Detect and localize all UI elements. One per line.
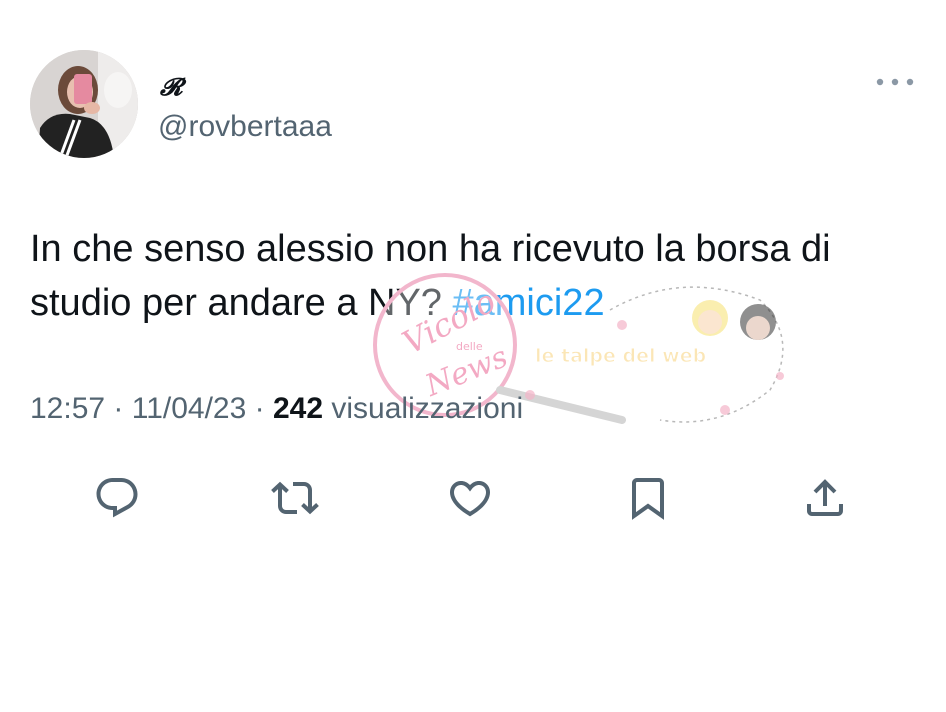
- avatar-photo: [30, 50, 138, 158]
- share-button[interactable]: [799, 472, 851, 524]
- tweet-text: In che senso alessio non ha ricevuto la …: [30, 222, 920, 330]
- retweet-button[interactable]: [269, 472, 321, 524]
- bookmark-button[interactable]: [622, 472, 674, 524]
- watermark-logo-line2: delle: [456, 340, 483, 353]
- hashtag-link[interactable]: #amici22: [453, 282, 605, 324]
- display-name[interactable]: 𝓡: [160, 72, 182, 101]
- meta-separator: ·: [105, 392, 132, 425]
- more-dots-icon: [876, 78, 914, 86]
- user-handle[interactable]: @rovbertaaa: [158, 110, 332, 144]
- share-icon: [807, 479, 843, 516]
- more-options-button[interactable]: [870, 68, 920, 96]
- bookmark-icon: [632, 478, 664, 520]
- tweet-date[interactable]: 11/04/23: [132, 392, 247, 425]
- like-button[interactable]: [444, 472, 496, 524]
- reply-icon: [96, 478, 138, 518]
- retweet-icon: [271, 481, 319, 515]
- meta-separator: ·: [246, 392, 273, 425]
- heart-icon: [449, 481, 491, 517]
- avatar[interactable]: [30, 50, 138, 158]
- tweet-time[interactable]: 12:57: [30, 392, 105, 425]
- watermark-banner: le talpe del web: [535, 345, 706, 367]
- tweet-body: In che senso alessio non ha ricevuto la …: [30, 228, 831, 324]
- views-count: 242: [272, 392, 324, 425]
- views-label: visualizzazioni: [323, 392, 524, 425]
- reply-button[interactable]: [91, 472, 143, 524]
- tweet-meta: 12:57 · 11/04/23 · 242 visualizzazioni: [30, 392, 523, 426]
